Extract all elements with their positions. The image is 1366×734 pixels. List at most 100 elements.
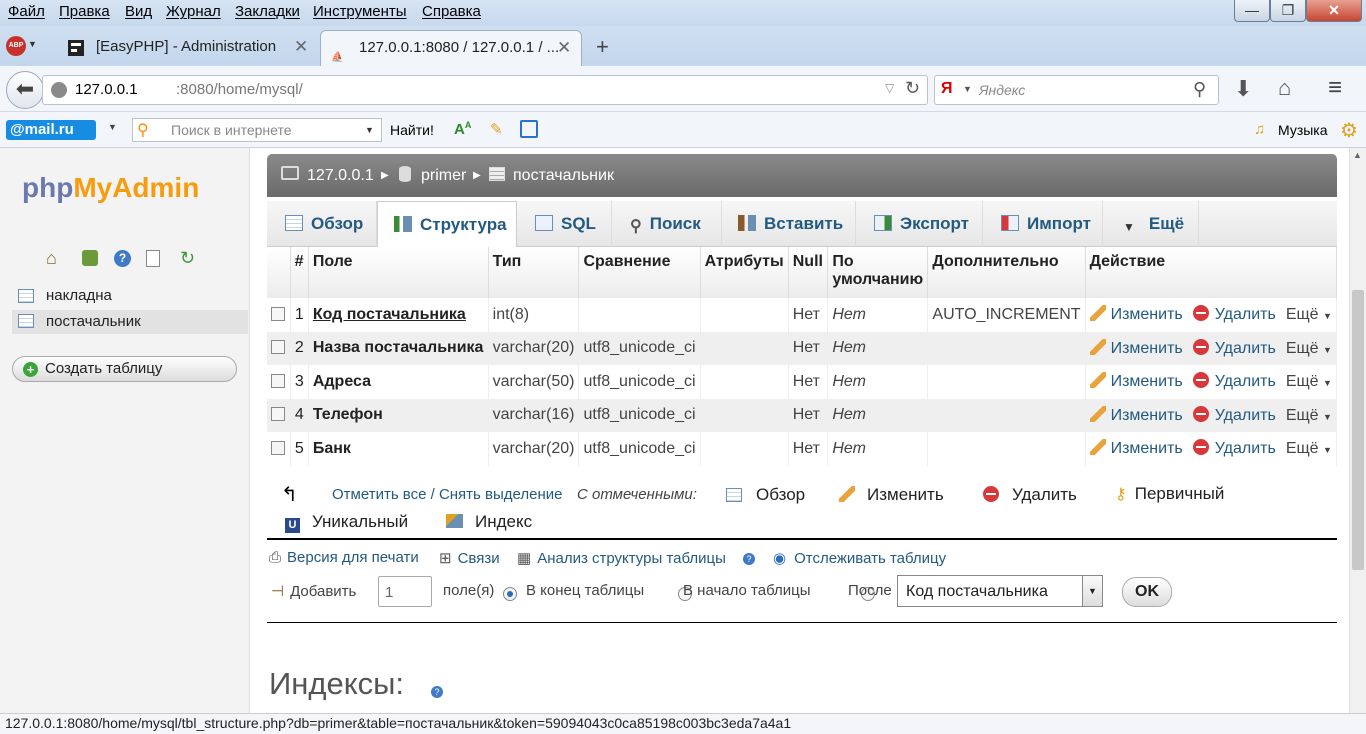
bulk-index-button[interactable]: Индекс	[446, 512, 532, 532]
print-view-link[interactable]: ⎙ Версия для печати	[269, 549, 419, 566]
tab-insert[interactable]: Вставить	[722, 201, 856, 247]
edit-link[interactable]: Изменить	[1089, 405, 1183, 424]
chevron-down-icon[interactable]: ▼	[963, 84, 972, 94]
tab-more[interactable]: ▼ Ещё	[1103, 201, 1199, 247]
menu-help[interactable]: Справка	[422, 3, 481, 20]
search-icon[interactable]: ⚲	[1193, 79, 1206, 100]
close-tab-icon[interactable]: ✕	[294, 30, 308, 64]
tab-phpmyadmin[interactable]: ⛵ 127.0.0.1:8080 / 127.0.0.1 / ... ✕	[320, 30, 582, 66]
reload-icon[interactable]: ↻	[180, 248, 195, 269]
radio-at-end[interactable]	[503, 587, 517, 601]
help-icon[interactable]: ?	[114, 250, 131, 267]
more-actions-link[interactable]: Ещё ▼	[1286, 440, 1332, 457]
tab-structure[interactable]: Структура	[377, 201, 517, 247]
bulk-browse-button[interactable]: Обзор	[726, 485, 805, 505]
bulk-primary-button[interactable]: ⚷ Первичный	[1115, 484, 1224, 504]
check-all-link[interactable]: Отметить все / Снять выделение	[332, 486, 562, 503]
edit-link[interactable]: Изменить	[1089, 439, 1183, 457]
highlighter-icon[interactable]: ✎	[490, 120, 503, 138]
adblock-button[interactable]: ABP ▼	[6, 36, 38, 56]
logout-icon[interactable]	[82, 250, 98, 266]
help-icon[interactable]: ?	[431, 686, 443, 698]
maximize-button[interactable]: ❐	[1270, 0, 1306, 22]
download-icon[interactable]: ⬇	[1234, 76, 1252, 102]
delete-link[interactable]: Удалить	[1192, 439, 1276, 457]
search-box[interactable]: Я ▼ Яндекс ⚲	[934, 75, 1219, 105]
bulk-edit-button[interactable]: Изменить	[839, 485, 944, 505]
sidebar-item-nakladna[interactable]: накладна	[12, 286, 248, 308]
new-tab-button[interactable]: +	[596, 34, 609, 60]
tab-export[interactable]: Экспорт	[856, 201, 983, 247]
documentation-icon[interactable]	[146, 250, 160, 267]
home-icon[interactable]: ⌂	[46, 248, 57, 269]
tab-import[interactable]: Импорт	[983, 201, 1103, 247]
mailru-toolbar: @mail.ru ▼ ⚲ Поиск в интернете ▼ Найти! …	[0, 112, 1366, 148]
more-actions-link[interactable]: Ещё ▼	[1286, 373, 1332, 390]
menu-file[interactable]: Файл	[8, 3, 45, 20]
delete-link[interactable]: Удалить	[1192, 338, 1276, 357]
menu-history[interactable]: Журнал	[166, 3, 221, 20]
row-checkbox[interactable]	[271, 373, 286, 388]
menu-edit[interactable]: Правка	[59, 3, 110, 20]
vertical-scrollbar[interactable]: ▲	[1349, 148, 1366, 713]
index-icon	[446, 514, 463, 528]
settings-gear-icon[interactable]: ⚙	[1340, 118, 1358, 143]
music-note-icon[interactable]: ♫	[1254, 121, 1265, 138]
bulk-delete-button[interactable]: Удалить	[983, 485, 1077, 505]
row-checkbox[interactable]	[271, 440, 286, 455]
find-button[interactable]: Найти!	[390, 122, 434, 138]
tab-browse[interactable]: Обзор	[267, 201, 377, 247]
row-checkbox[interactable]	[271, 340, 286, 355]
close-tab-icon[interactable]: ✕	[557, 31, 571, 65]
row-field[interactable]: Код постачальника	[308, 298, 489, 332]
reload-icon[interactable]: ↻	[905, 78, 920, 99]
music-label[interactable]: Музыка	[1278, 122, 1328, 138]
chevron-down-icon[interactable]: ▼	[108, 122, 117, 132]
edit-link[interactable]: Изменить	[1089, 338, 1183, 357]
url-dropdown-icon[interactable]: ▽	[885, 81, 894, 95]
sidebar-item-postachalnyk[interactable]: постачальник	[12, 310, 248, 334]
row-checkbox[interactable]	[271, 306, 286, 321]
phpmyadmin-logo[interactable]: phpMyAdmin	[22, 172, 199, 204]
close-window-button[interactable]: ✕	[1306, 0, 1362, 22]
menu-view[interactable]: Вид	[125, 3, 152, 20]
more-actions-link[interactable]: Ещё ▼	[1286, 340, 1332, 357]
delete-link[interactable]: Удалить	[1192, 405, 1276, 424]
back-button[interactable]: ⬅	[6, 71, 44, 109]
menu-bookmarks[interactable]: Закладки	[235, 3, 300, 20]
tab-search[interactable]: ⚲ Поиск	[612, 201, 722, 247]
create-table-button[interactable]: + Создать таблицу	[12, 356, 237, 382]
bulk-unique-button[interactable]: U Уникальный	[285, 512, 408, 533]
row-checkbox[interactable]	[271, 407, 286, 422]
menu-tools[interactable]: Инструменты	[313, 3, 407, 20]
analyze-structure-link[interactable]: ▦ Анализ структуры таблицы	[517, 549, 726, 567]
chevron-down-icon[interactable]: ▼	[365, 125, 374, 135]
menu-icon[interactable]: ≡	[1328, 74, 1342, 102]
more-actions-link[interactable]: Ещё ▼	[1286, 407, 1332, 424]
breadcrumb-database[interactable]: primer	[421, 167, 466, 185]
home-icon[interactable]: ⌂	[1278, 75, 1291, 101]
more-actions-link[interactable]: Ещё ▼	[1286, 306, 1332, 323]
field-count-input[interactable]: 1	[378, 576, 432, 607]
edit-link[interactable]: Изменить	[1089, 372, 1183, 390]
after-field-select[interactable]: Код постачальника ▼	[897, 575, 1103, 607]
breadcrumb-table[interactable]: постачальник	[513, 167, 614, 185]
tab-easyphp[interactable]: [EasyPHP] - Administration ✕	[62, 30, 312, 66]
relations-link[interactable]: ⊞ Связи	[439, 549, 500, 567]
internet-search-input[interactable]: ⚲ Поиск в интернете ▼	[132, 118, 382, 142]
url-bar[interactable]: 127.0.0.1 :8080/home/mysql/ ▽ ↻	[42, 75, 928, 105]
scroll-up-icon[interactable]: ▲	[1353, 150, 1362, 160]
mailru-logo[interactable]: @mail.ru	[6, 120, 96, 140]
ok-button[interactable]: OK	[1122, 577, 1172, 607]
help-icon[interactable]: ?	[743, 553, 755, 565]
tab-sql[interactable]: SQL	[517, 201, 612, 247]
breadcrumb-server[interactable]: 127.0.0.1	[307, 167, 374, 185]
delete-link[interactable]: Удалить	[1192, 305, 1276, 323]
font-size-icon[interactable]: AA	[454, 120, 471, 138]
scrollbar-thumb[interactable]	[1352, 290, 1364, 570]
delete-link[interactable]: Удалить	[1192, 372, 1276, 390]
edit-link[interactable]: Изменить	[1089, 305, 1183, 323]
minimize-button[interactable]: —	[1234, 0, 1270, 22]
track-table-link[interactable]: ◉ Отслеживать таблицу	[773, 549, 946, 567]
zoom-icon[interactable]	[520, 120, 538, 138]
